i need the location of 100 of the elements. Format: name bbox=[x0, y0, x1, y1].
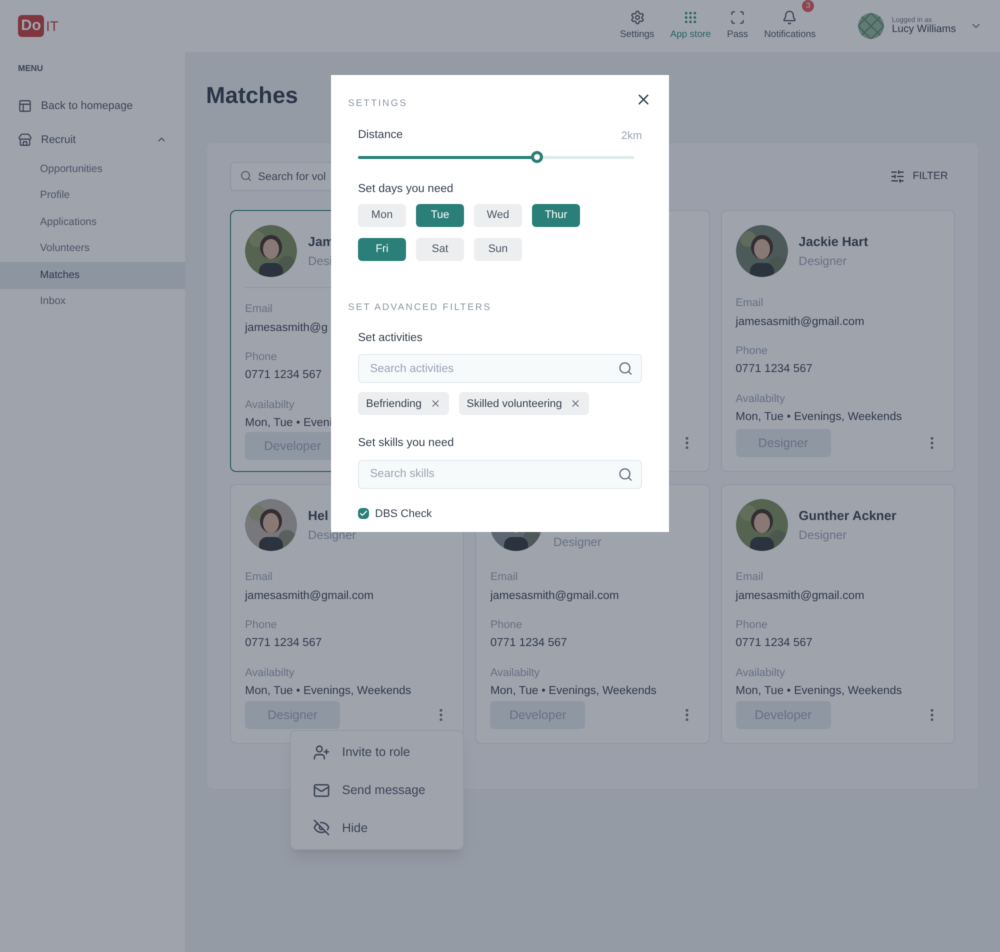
field-label: Email bbox=[245, 570, 273, 585]
nav-item[interactable]: Settings bbox=[620, 10, 654, 42]
nav-label: Pass bbox=[726, 28, 748, 42]
sidebar-subitem[interactable]: Volunteers bbox=[0, 236, 185, 262]
eye-off-icon bbox=[313, 819, 330, 836]
sidebar-subitem[interactable]: Profile bbox=[0, 183, 185, 210]
store-icon bbox=[18, 132, 32, 147]
field-value: Mon, Tue • Evenings, Weekends bbox=[736, 410, 902, 425]
person-name: Gunther Ackner bbox=[798, 507, 896, 526]
checkbox[interactable] bbox=[358, 508, 369, 520]
field-label: Availabilty bbox=[736, 666, 785, 680]
distance-label: Distance bbox=[358, 128, 403, 144]
field-label: Availabilty bbox=[736, 392, 785, 406]
day-toggle[interactable]: Sun bbox=[474, 238, 522, 261]
nav-item[interactable]: Notifications bbox=[764, 10, 816, 42]
field-value: jamesasmith@gmail.com bbox=[245, 588, 374, 604]
day-toggle[interactable]: Fri bbox=[358, 238, 406, 261]
page-title: Matches bbox=[206, 81, 298, 110]
field-value: jamesasmith@gmail.com bbox=[490, 588, 619, 604]
notification-badge: 3 bbox=[802, 0, 814, 12]
person-name: Jackie Hart bbox=[798, 233, 868, 252]
field-value: Mon, Tue • Evenings, Weekends bbox=[736, 684, 902, 699]
user-name: Lucy Williams bbox=[892, 24, 956, 35]
field-label: Set skills you need bbox=[358, 436, 455, 452]
field-label: Availabilty bbox=[490, 666, 540, 680]
person-role: Designer bbox=[308, 526, 356, 544]
dialog-title: SETTINGS bbox=[348, 97, 408, 111]
check-icon bbox=[359, 509, 368, 518]
person-role: Designer bbox=[553, 534, 602, 550]
section-title: SET ADVANCED FILTERS bbox=[348, 300, 492, 315]
field-label: Availabilty bbox=[245, 398, 294, 412]
menu-heading: MENU bbox=[17, 62, 44, 75]
nav-label: Notifications bbox=[764, 28, 816, 42]
remove-icon[interactable] bbox=[570, 398, 582, 410]
filter-button[interactable]: FILTER bbox=[890, 168, 955, 184]
person-role: Desi bbox=[308, 252, 332, 270]
field-label: Email bbox=[736, 296, 764, 311]
slider-thumb[interactable] bbox=[531, 150, 544, 162]
field-value: 0771 1234 567 bbox=[736, 636, 812, 652]
field-value: Mon, Tue • Evenings, Weekends bbox=[490, 684, 657, 699]
day-toggle[interactable]: Sat bbox=[416, 238, 464, 261]
person-role: Designer bbox=[798, 526, 847, 544]
distance-reading: 2km bbox=[621, 128, 642, 144]
field-label: Email bbox=[736, 570, 764, 585]
field-value: 0771 1234 567 bbox=[490, 636, 568, 652]
filter-chip: Befriending bbox=[358, 392, 449, 416]
field-label: Set activities bbox=[358, 331, 424, 346]
nav-label: App store bbox=[670, 28, 711, 42]
field-value: jamesasmith@gmail.com bbox=[736, 314, 864, 330]
field-value: jamesasmith@g bbox=[245, 320, 328, 336]
field-label: Phone bbox=[736, 618, 768, 633]
field-label: Email bbox=[490, 570, 518, 585]
search-icon bbox=[618, 361, 633, 376]
search-icon bbox=[240, 170, 252, 182]
field-value: 0771 1234 567 bbox=[736, 362, 812, 378]
menu-item[interactable]: Hide bbox=[313, 818, 441, 838]
menu-item[interactable]: Send message bbox=[313, 780, 441, 800]
field-label: Phone bbox=[245, 618, 277, 633]
search-field[interactable]: Search activities bbox=[358, 354, 642, 384]
scan-icon bbox=[730, 10, 745, 25]
nav-item[interactable]: App store bbox=[670, 10, 711, 42]
checkbox-label: DBS Check bbox=[375, 506, 432, 522]
day-toggle[interactable]: Wed bbox=[474, 204, 522, 227]
sidebar-subitem[interactable]: Matches bbox=[0, 262, 185, 289]
sliders-icon bbox=[890, 169, 905, 184]
layout-icon bbox=[18, 98, 32, 113]
sidebar-subitem[interactable]: Opportunities bbox=[0, 156, 185, 184]
add-person-icon bbox=[313, 744, 330, 761]
bell-icon bbox=[782, 10, 798, 25]
logo-text: IT bbox=[46, 16, 58, 36]
sidebar-subitem[interactable]: Inbox bbox=[0, 288, 185, 316]
field-value: Mon, Tue • Evenings, Weekends bbox=[245, 684, 412, 699]
person-name: Hel bbox=[308, 507, 328, 526]
field-value: 0771 1234 567 bbox=[245, 368, 322, 384]
sidebar-subitem[interactable]: Applications bbox=[0, 210, 185, 236]
field-label: Phone bbox=[490, 618, 522, 633]
field-label: Phone bbox=[245, 350, 277, 365]
field-label: Availabilty bbox=[245, 666, 294, 680]
nav-item[interactable]: Pass bbox=[726, 10, 748, 42]
filter-chip: Skilled volunteering bbox=[458, 392, 590, 416]
remove-icon[interactable] bbox=[430, 398, 441, 410]
search-icon bbox=[618, 466, 633, 482]
grid-icon bbox=[683, 10, 698, 25]
days-label: Set days you need bbox=[358, 182, 454, 196]
person-role: Designer bbox=[798, 252, 847, 270]
menu-item[interactable]: Invite to role bbox=[313, 743, 441, 762]
field-value: 0771 1234 567 bbox=[245, 636, 322, 652]
sidebar-item[interactable]: Recruit bbox=[0, 122, 185, 157]
day-toggle[interactable]: Mon bbox=[358, 204, 406, 227]
day-toggle[interactable]: Thur bbox=[532, 204, 580, 227]
field-label: Email bbox=[245, 302, 273, 317]
sidebar-item[interactable]: Back to homepage bbox=[0, 88, 185, 123]
search-field[interactable]: Search skills bbox=[358, 460, 642, 488]
envelope-icon bbox=[313, 782, 330, 799]
distance-slider[interactable] bbox=[358, 150, 634, 162]
nav-label: Settings bbox=[620, 28, 654, 42]
settings-icon bbox=[630, 10, 645, 25]
field-value: jamesasmith@gmail.com bbox=[736, 588, 864, 604]
day-toggle[interactable]: Tue bbox=[416, 204, 464, 227]
field-label: Phone bbox=[736, 344, 768, 359]
